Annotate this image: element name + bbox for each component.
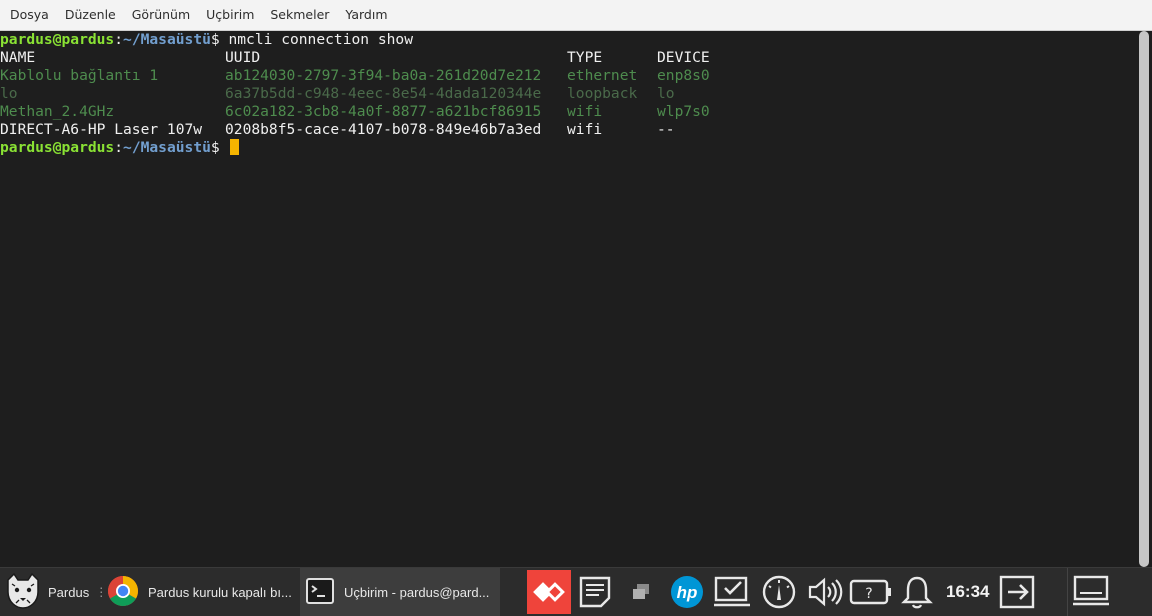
row-name: lo: [0, 85, 18, 102]
svg-text:hp: hp: [677, 583, 698, 602]
menu-sekmeler[interactable]: Sekmeler: [262, 3, 337, 27]
menu-dosya[interactable]: Dosya: [2, 3, 57, 27]
window-switch-icon[interactable]: [618, 568, 664, 616]
logout-icon[interactable]: [995, 568, 1041, 616]
prompt-user: pardus@pardus: [0, 31, 115, 48]
menu-duzenle[interactable]: Düzenle: [57, 3, 124, 27]
header-device: DEVICE: [657, 49, 710, 66]
prompt-line: pardus@pardus:~/Masaüstü$: [0, 139, 1136, 157]
row-name: DIRECT-A6-HP Laser 107w: [0, 121, 203, 138]
command-line: pardus@pardus:~/Masaüstü$ nmcli connecti…: [0, 31, 1136, 49]
row-uuid: 0208b8f5-cace-4107-b078-849e46b7a3ed: [225, 121, 542, 138]
system-tray: hp ? 16:34: [526, 568, 1041, 616]
menu-ucbirim[interactable]: Uçbirim: [198, 3, 262, 27]
pardus-logo-icon: [2, 570, 44, 615]
volume-icon[interactable]: [802, 568, 848, 616]
gauge-icon[interactable]: [756, 568, 802, 616]
table-row: DIRECT-A6-HP Laser 107w 0208b8f5-cace-410…: [0, 121, 1136, 139]
row-type: wifi: [567, 121, 603, 138]
row-device: lo: [657, 85, 675, 102]
battery-help-icon[interactable]: ?: [848, 568, 894, 616]
show-desktop-icon: [1071, 574, 1111, 611]
row-name: Kablolu bağlantı 1: [0, 67, 159, 84]
text-cursor: [230, 139, 240, 155]
start-menu-button[interactable]: Pardus ⋮: [0, 568, 107, 616]
scrollbar-thumb[interactable]: [1139, 31, 1149, 567]
task-label: Uçbirim - pardus@pard...: [344, 584, 490, 600]
header-type: TYPE: [567, 49, 603, 66]
hp-icon[interactable]: hp: [664, 568, 710, 616]
menu-gorunum[interactable]: Görünüm: [124, 3, 198, 27]
notification-bell-icon[interactable]: [894, 568, 940, 616]
prompt-dollar: $: [210, 139, 229, 156]
menu-yardim[interactable]: Yardım: [337, 3, 395, 27]
taskbar: Pardus ⋮ Pardus kurulu kapalı bı... Uçbi…: [0, 567, 1152, 616]
table-row: Methan_2.4GHz 6c02a182-3cb8-4a0f-8877-a62…: [0, 103, 1136, 121]
screenshot-icon[interactable]: [710, 568, 756, 616]
header-name: NAME: [0, 49, 36, 66]
row-type: wifi: [567, 103, 603, 120]
terminal-scrollbar[interactable]: [1136, 31, 1152, 567]
task-label: Pardus kurulu kapalı bı...: [148, 584, 292, 600]
notes-icon[interactable]: [572, 568, 618, 616]
table-row: lo 6a37b5dd-c948-4eec-8e54-4dada120344e lo…: [0, 85, 1136, 103]
row-uuid: ab124030-2797-3f94-ba0a-261d20d7e212: [225, 67, 542, 84]
svg-text:?: ?: [865, 586, 872, 602]
row-uuid: 6a37b5dd-c948-4eec-8e54-4dada120344e: [225, 85, 542, 102]
chrome-icon: [106, 574, 140, 611]
table-row: Kablolu bağlantı 1 ab124030-2797-3f94-ba0…: [0, 67, 1136, 85]
row-name: Methan_2.4GHz: [0, 103, 115, 120]
row-uuid: 6c02a182-3cb8-4a0f-8877-a621bcf86915: [225, 103, 542, 120]
row-type: ethernet: [567, 67, 638, 84]
command-text: nmcli connection show: [228, 31, 413, 48]
task-chrome[interactable]: Pardus kurulu kapalı bı...: [102, 568, 300, 616]
task-terminal[interactable]: Uçbirim - pardus@pard...: [300, 568, 500, 616]
prompt-path: ~/Masaüstü: [123, 139, 211, 156]
prompt-user: pardus@pardus: [0, 139, 115, 156]
menu-bar: Dosya Düzenle Görünüm Uçbirim Sekmeler Y…: [0, 0, 1152, 31]
start-label: Pardus: [48, 584, 90, 600]
row-device: --: [657, 121, 675, 138]
prompt-colon: :: [114, 139, 124, 156]
header-uuid: UUID: [225, 49, 261, 66]
anydesk-icon[interactable]: [526, 568, 572, 616]
prompt-path: ~/Masaüstü: [123, 31, 211, 48]
row-device: wlp7s0: [657, 103, 710, 120]
prompt-colon: :: [114, 31, 124, 48]
prompt-dollar: $: [210, 31, 229, 48]
table-header: NAME UUID TYPE DEVICE: [0, 49, 1136, 67]
row-type: loopback: [567, 85, 638, 102]
terminal-output[interactable]: pardus@pardus:~/Masaüstü$ nmcli connecti…: [0, 31, 1136, 567]
row-device: enp8s0: [657, 67, 710, 84]
show-desktop-button[interactable]: [1067, 568, 1113, 616]
clock[interactable]: 16:34: [940, 582, 995, 602]
terminal-icon: [304, 575, 336, 610]
